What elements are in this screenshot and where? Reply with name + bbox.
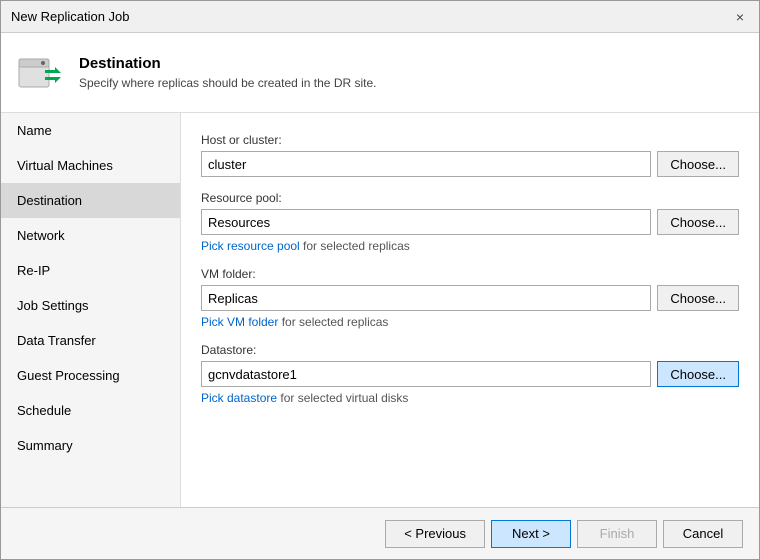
dialog-title: New Replication Job <box>11 9 130 24</box>
footer: < Previous Next > Finish Cancel <box>1 507 759 559</box>
resource-pool-link[interactable]: Pick resource pool <box>201 239 300 253</box>
resource-form-group: Resource pool: Choose... Pick resource p… <box>201 191 739 253</box>
content-area: Name Virtual Machines Destination Networ… <box>1 113 759 507</box>
vmfolder-label: VM folder: <box>201 267 739 281</box>
datastore-form-group: Datastore: Choose... Pick datastore for … <box>201 343 739 405</box>
resource-input[interactable] <box>201 209 651 235</box>
sidebar: Name Virtual Machines Destination Networ… <box>1 113 181 507</box>
titlebar: New Replication Job × <box>1 1 759 33</box>
vm-folder-link[interactable]: Pick VM folder <box>201 315 278 329</box>
sidebar-item-re-ip[interactable]: Re-IP <box>1 253 180 288</box>
vmfolder-input-row: Choose... <box>201 285 739 311</box>
resource-choose-button[interactable]: Choose... <box>657 209 739 235</box>
main-content: Host or cluster: Choose... Resource pool… <box>181 113 759 507</box>
header-title: Destination <box>79 55 377 72</box>
datastore-link[interactable]: Pick datastore <box>201 391 277 405</box>
resource-label: Resource pool: <box>201 191 739 205</box>
datastore-choose-button[interactable]: Choose... <box>657 361 739 387</box>
sidebar-item-schedule[interactable]: Schedule <box>1 393 180 428</box>
host-input-row: Choose... <box>201 151 739 177</box>
sidebar-item-destination[interactable]: Destination <box>1 183 180 218</box>
resource-link-row: Pick resource pool for selected replicas <box>201 239 739 253</box>
host-label: Host or cluster: <box>201 133 739 147</box>
datastore-input-row: Choose... <box>201 361 739 387</box>
host-input[interactable] <box>201 151 651 177</box>
sidebar-item-virtual-machines[interactable]: Virtual Machines <box>1 148 180 183</box>
datastore-input[interactable] <box>201 361 651 387</box>
vmfolder-input[interactable] <box>201 285 651 311</box>
header-subtitle: Specify where replicas should be created… <box>79 76 377 90</box>
header-text: Destination Specify where replicas shoul… <box>79 55 377 90</box>
cancel-button[interactable]: Cancel <box>663 520 743 548</box>
host-choose-button[interactable]: Choose... <box>657 151 739 177</box>
datastore-link-suffix: for selected virtual disks <box>277 391 408 405</box>
sidebar-item-network[interactable]: Network <box>1 218 180 253</box>
sidebar-item-name[interactable]: Name <box>1 113 180 148</box>
vmfolder-link-suffix: for selected replicas <box>278 315 388 329</box>
next-button[interactable]: Next > <box>491 520 571 548</box>
sidebar-item-data-transfer[interactable]: Data Transfer <box>1 323 180 358</box>
destination-icon <box>17 49 65 97</box>
datastore-link-row: Pick datastore for selected virtual disk… <box>201 391 739 405</box>
vmfolder-form-group: VM folder: Choose... Pick VM folder for … <box>201 267 739 329</box>
sidebar-item-summary[interactable]: Summary <box>1 428 180 463</box>
host-form-group: Host or cluster: Choose... <box>201 133 739 177</box>
datastore-label: Datastore: <box>201 343 739 357</box>
resource-input-row: Choose... <box>201 209 739 235</box>
sidebar-item-job-settings[interactable]: Job Settings <box>1 288 180 323</box>
previous-button[interactable]: < Previous <box>385 520 485 548</box>
header-section: Destination Specify where replicas shoul… <box>1 33 759 113</box>
sidebar-item-guest-processing[interactable]: Guest Processing <box>1 358 180 393</box>
resource-link-suffix: for selected replicas <box>300 239 410 253</box>
new-replication-job-dialog: New Replication Job × Destination Specif… <box>0 0 760 560</box>
vmfolder-choose-button[interactable]: Choose... <box>657 285 739 311</box>
close-button[interactable]: × <box>731 8 749 26</box>
finish-button[interactable]: Finish <box>577 520 657 548</box>
vmfolder-link-row: Pick VM folder for selected replicas <box>201 315 739 329</box>
